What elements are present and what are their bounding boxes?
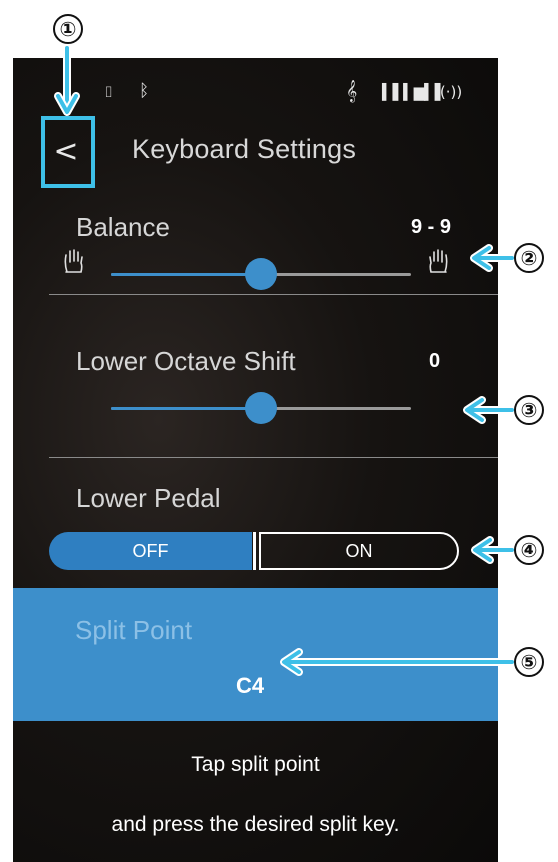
callout-1: ① xyxy=(53,14,83,44)
divider xyxy=(49,294,498,295)
lower-octave-shift-slider[interactable] xyxy=(111,392,411,424)
hint-line-2: and press the desired split key. xyxy=(111,813,400,836)
bluetooth-icon: ᛒ xyxy=(139,81,150,101)
balance-slider[interactable] xyxy=(111,258,411,290)
split-point-label: Split Point xyxy=(75,615,193,645)
lower-octave-shift-label: Lower Octave Shift xyxy=(76,346,296,376)
lower-octave-shift-slider-thumb[interactable] xyxy=(245,392,277,424)
balance-slider-fill xyxy=(111,273,261,276)
callout-2: ② xyxy=(514,243,544,273)
toggle-separator xyxy=(253,532,256,570)
split-point-panel[interactable]: Split Point C4 xyxy=(13,588,498,721)
back-button-highlight xyxy=(41,116,95,188)
callout-3: ③ xyxy=(514,395,544,425)
lower-pedal-label: Lower Pedal xyxy=(76,483,221,513)
lower-octave-shift-slider-fill xyxy=(111,407,261,410)
lower-pedal-off-button[interactable]: OFF xyxy=(49,532,252,570)
lower-pedal-toggle[interactable]: OFF ON xyxy=(49,532,459,570)
balance-value: 9 - 9 xyxy=(411,216,452,238)
balance-label: Balance xyxy=(76,212,170,242)
hint-line-1: Tap split point xyxy=(191,753,320,776)
split-point-value: C4 xyxy=(236,673,265,698)
callout-5: ⑤ xyxy=(514,647,544,677)
status-bar: ⌷ ᛒ 𝄞 ▍▌▍▆▍▌ ((·)) xyxy=(13,58,498,118)
left-hand-icon xyxy=(64,249,83,273)
callout-4: ④ xyxy=(514,535,544,565)
usb-flash-icon: ⌷ xyxy=(104,83,114,101)
right-hand-icon xyxy=(429,249,448,273)
lower-octave-shift-value: 0 xyxy=(429,350,441,372)
balance-slider-thumb[interactable] xyxy=(245,258,277,290)
divider xyxy=(49,457,498,458)
page-title: Keyboard Settings xyxy=(132,134,357,164)
music-note-icon: 𝄞 xyxy=(346,80,358,102)
wireless-icon: ((·)) xyxy=(434,83,463,101)
lower-pedal-on-button[interactable]: ON xyxy=(259,532,459,570)
